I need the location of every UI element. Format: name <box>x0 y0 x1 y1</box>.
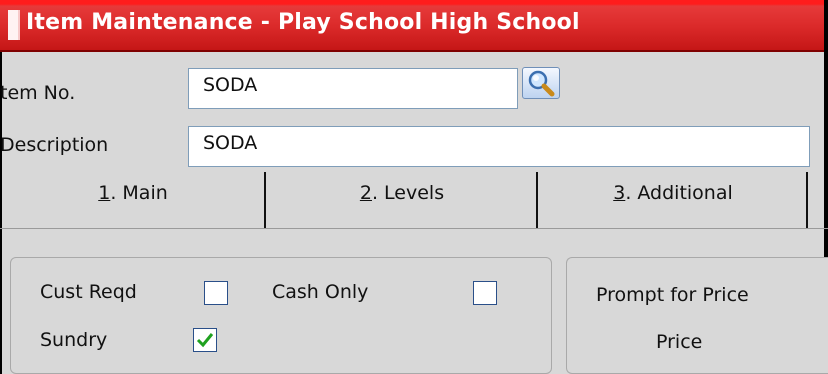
tab-levels-label: . Levels <box>371 182 445 204</box>
sundry-label: Sundry <box>40 329 108 351</box>
tab-divider <box>264 172 266 228</box>
tab-strip-baseline <box>0 228 828 229</box>
tab-additional-mnemonic: 3 <box>613 182 626 204</box>
tab-levels[interactable]: 2. Levels <box>268 172 536 228</box>
tab-additional-label: . Additional <box>625 182 733 204</box>
main-options-panel <box>10 257 552 374</box>
app-icon[interactable] <box>8 10 20 40</box>
cash-only-checkbox[interactable] <box>473 281 497 305</box>
search-button[interactable] <box>522 67 560 99</box>
cust-reqd-label: Cust Reqd <box>40 281 137 303</box>
check-icon <box>196 333 214 348</box>
description-field[interactable]: SODA <box>188 126 810 167</box>
magnifier-icon <box>528 70 555 97</box>
window-title: Item Maintenance - Play School High Scho… <box>26 10 580 35</box>
tab-main-mnemonic: 1 <box>98 182 111 204</box>
tab-main-label: . Main <box>110 182 168 204</box>
tab-levels-mnemonic: 2 <box>359 182 372 204</box>
cash-only-label: Cash Only <box>272 281 369 303</box>
item-no-label: tem No. <box>0 82 76 104</box>
cust-reqd-checkbox[interactable] <box>204 281 228 305</box>
description-label: Description <box>0 134 109 156</box>
prompt-for-price-label: Prompt for Price <box>596 284 749 306</box>
tab-divider <box>806 172 808 228</box>
tab-main[interactable]: 1. Main <box>2 172 264 228</box>
tab-additional[interactable]: 3. Additional <box>540 172 806 228</box>
window-title-bar[interactable]: Item Maintenance - Play School High Scho… <box>0 0 828 52</box>
sundry-checkbox[interactable] <box>193 328 217 352</box>
tab-divider <box>536 172 538 228</box>
price-panel <box>566 257 828 374</box>
item-no-field[interactable]: SODA <box>188 68 518 109</box>
price-label: Price <box>656 331 703 353</box>
